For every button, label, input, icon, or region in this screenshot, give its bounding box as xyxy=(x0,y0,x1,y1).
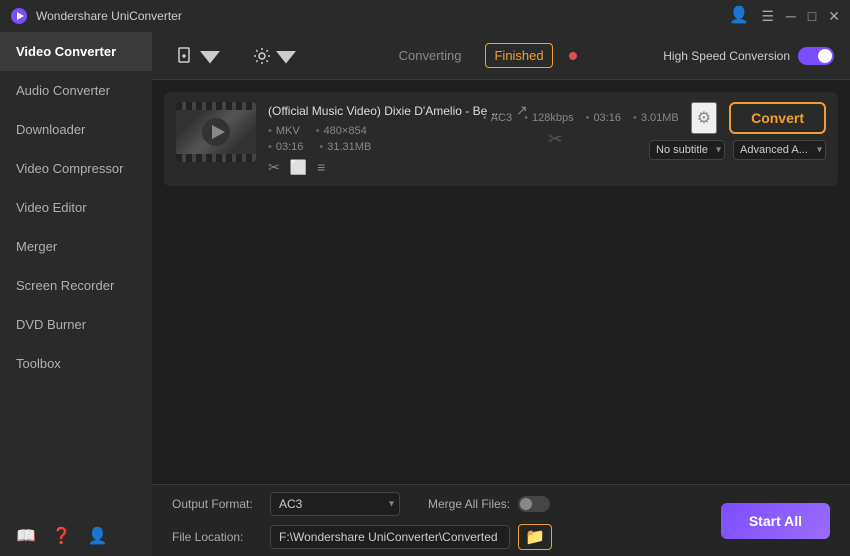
output-settings-button[interactable]: ⚙ xyxy=(691,102,717,134)
content-area: Converting Finished High Speed Conversio… xyxy=(152,32,850,556)
output-duration: 03:16 xyxy=(586,112,621,124)
question-icon[interactable]: ❓ xyxy=(52,526,72,546)
menu-icon[interactable]: ☰ xyxy=(761,9,774,23)
play-icon xyxy=(201,117,231,147)
output-format-row: Output Format: AC3 Merge All Files: xyxy=(172,492,701,516)
gear-icon xyxy=(252,46,272,66)
toolbar-right: High Speed Conversion xyxy=(663,47,834,65)
help-book-icon[interactable]: 📖 xyxy=(16,526,36,546)
output-bitrate: 128kbps xyxy=(524,112,573,124)
sidebar-item-video-editor[interactable]: Video Editor xyxy=(0,188,152,227)
sidebar-bottom: 📖 ❓ 👤 xyxy=(0,516,152,556)
close-button[interactable]: ✕ xyxy=(828,9,840,23)
tab-converting[interactable]: Converting xyxy=(391,44,470,67)
sidebar-item-video-converter[interactable]: Video Converter xyxy=(0,32,152,71)
sidebar-item-downloader[interactable]: Downloader xyxy=(0,110,152,149)
tab-finished[interactable]: Finished xyxy=(485,43,552,68)
advanced-select[interactable]: Advanced A... xyxy=(733,140,826,160)
crop-icon[interactable]: ⬜ xyxy=(290,159,307,176)
subtitle-select[interactable]: No subtitle xyxy=(649,140,725,160)
film-strip-bottom xyxy=(176,154,256,162)
merge-all-toggle[interactable] xyxy=(518,496,550,512)
output-meta-row: AC3 128kbps 03:16 3.01MB ⚙ Convert xyxy=(483,102,826,134)
source-format: MKV xyxy=(268,125,300,137)
effects-icon[interactable]: ≡ xyxy=(317,159,325,176)
user-icon[interactable]: 👤 xyxy=(729,8,749,24)
maximize-button[interactable]: □ xyxy=(808,9,816,23)
file-location-row: File Location: 📁 xyxy=(172,524,701,550)
add-file-button[interactable] xyxy=(168,42,228,70)
output-size: 3.01MB xyxy=(633,112,679,124)
bottom-fields: Output Format: AC3 Merge All Files: File… xyxy=(172,492,701,550)
sidebar-item-video-compressor[interactable]: Video Compressor xyxy=(0,149,152,188)
file-location-label: File Location: xyxy=(172,530,262,544)
tab-bar: Converting Finished xyxy=(320,43,647,68)
output-codec: AC3 xyxy=(483,112,512,124)
merge-all-label: Merge All Files: xyxy=(428,497,510,511)
cut-icon[interactable]: ✂ xyxy=(268,159,280,176)
convert-button[interactable]: Convert xyxy=(729,102,826,134)
bottom-bar: Output Format: AC3 Merge All Files: File… xyxy=(152,484,850,556)
file-item: (Official Music Video) Dixie D'Amelio - … xyxy=(164,92,838,186)
sidebar: Video Converter Audio Converter Download… xyxy=(0,32,152,556)
sidebar-item-toolbox[interactable]: Toolbox xyxy=(0,344,152,383)
add-file-icon xyxy=(176,46,196,66)
file-list: (Official Music Video) Dixie D'Amelio - … xyxy=(152,80,850,484)
sidebar-item-screen-recorder[interactable]: Screen Recorder xyxy=(0,266,152,305)
title-bar-controls: 👤 ☰ ─ □ ✕ xyxy=(729,8,840,24)
title-bar-left: Wondershare UniConverter xyxy=(10,7,182,25)
file-title: (Official Music Video) Dixie D'Amelio - … xyxy=(268,104,508,118)
minimize-button[interactable]: ─ xyxy=(786,9,796,23)
profile-icon[interactable]: 👤 xyxy=(88,526,108,546)
output-section: AC3 128kbps 03:16 3.01MB ⚙ Convert No su… xyxy=(583,102,826,160)
file-thumbnail xyxy=(176,102,256,162)
sidebar-item-audio-converter[interactable]: Audio Converter xyxy=(0,71,152,110)
output-format-label: Output Format: xyxy=(172,497,262,511)
file-location-input[interactable] xyxy=(270,525,510,549)
film-strip-top xyxy=(176,102,256,110)
main-layout: Video Converter Audio Converter Download… xyxy=(0,32,850,556)
high-speed-toggle[interactable] xyxy=(798,47,834,65)
source-size: 31.31MB xyxy=(319,141,371,153)
app-logo-icon xyxy=(10,7,28,25)
merge-row: Merge All Files: xyxy=(428,496,550,512)
subtitle-select-wrapper: No subtitle xyxy=(649,140,725,160)
add-dropdown-icon xyxy=(200,46,220,66)
sidebar-item-merger[interactable]: Merger xyxy=(0,227,152,266)
start-all-button[interactable]: Start All xyxy=(721,503,830,539)
browse-folder-button[interactable]: 📁 xyxy=(518,524,552,550)
gear-dropdown-icon xyxy=(276,46,296,66)
main-toolbar: Converting Finished High Speed Conversio… xyxy=(152,32,850,80)
settings-button[interactable] xyxy=(244,42,304,70)
advanced-select-wrapper: Advanced A... xyxy=(733,140,826,160)
sidebar-item-dvd-burner[interactable]: DVD Burner xyxy=(0,305,152,344)
output-format-select[interactable]: AC3 xyxy=(270,492,400,516)
title-bar: Wondershare UniConverter 👤 ☰ ─ □ ✕ xyxy=(0,0,850,32)
source-resolution: 480×854 xyxy=(316,125,367,137)
source-duration: 03:16 xyxy=(268,141,303,153)
thumbnail-image xyxy=(176,102,256,162)
output-format-select-wrapper: AC3 xyxy=(270,492,400,516)
file-source-meta2: 03:16 31.31MB xyxy=(268,141,528,153)
high-speed-label: High Speed Conversion xyxy=(663,49,790,63)
notification-dot xyxy=(569,52,577,60)
app-title: Wondershare UniConverter xyxy=(36,9,182,23)
output-selects: No subtitle Advanced A... xyxy=(649,140,826,160)
file-edit-icons: ✂ ⬜ ≡ xyxy=(268,159,528,176)
